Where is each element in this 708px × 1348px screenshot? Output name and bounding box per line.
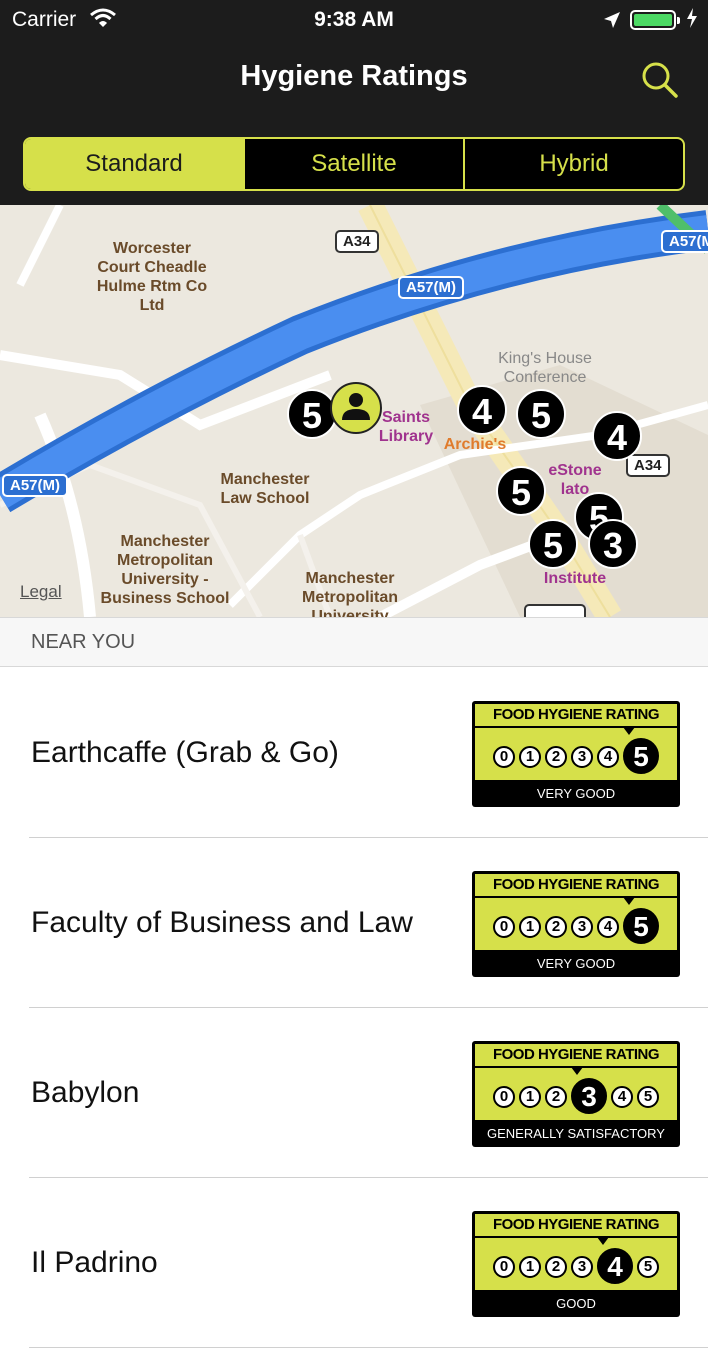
establishment-name: Faculty of Business and Law xyxy=(31,906,413,939)
rating-score: 4 xyxy=(611,1086,633,1108)
map-type-satellite[interactable]: Satellite xyxy=(243,139,463,189)
rating-score: 0 xyxy=(493,1086,515,1108)
map-place-label: Institute xyxy=(543,570,607,587)
rating-pointer-icon xyxy=(623,727,635,735)
establishment-row[interactable]: Faculty of Business and Law FOOD HYGIENE … xyxy=(0,838,708,1008)
rating-description: VERY GOOD xyxy=(536,956,616,971)
section-title: NEAR YOU xyxy=(31,631,136,653)
hygiene-rating-badge: FOOD HYGIENE RATING 0 1 2 3 4 5 GENERALLY SATIS… xyxy=(472,1041,680,1147)
charging-bolt-icon xyxy=(686,6,698,36)
rating-badge-header: FOOD HYGIENE RATING xyxy=(475,1044,677,1068)
establishment-name: Il Padrino xyxy=(31,1246,158,1279)
road-shield: A57(M) xyxy=(398,276,465,299)
battery-icon xyxy=(630,10,680,30)
rating-score: 0 xyxy=(493,916,515,938)
rating-description: GENERALLY SATISFACTORY xyxy=(487,1126,665,1141)
rating-pin[interactable]: 4 xyxy=(592,411,642,461)
map-view[interactable]: Worcester Court Cheadle Hulme Rtm Co Ltd… xyxy=(0,205,708,617)
rating-score: 2 xyxy=(545,916,567,938)
map-place-label: Manchester Metropolitan University - Bus… xyxy=(100,533,230,607)
establishment-row[interactable]: Babylon FOOD HYGIENE RATING 0 1 2 3 4 5 GENERALL… xyxy=(0,1008,708,1178)
rating-score: 5 xyxy=(637,1086,659,1108)
search-button[interactable] xyxy=(638,58,682,102)
rating-description: VERY GOOD xyxy=(536,786,616,801)
rating-pin[interactable]: 5 xyxy=(516,389,566,439)
rating-score: 1 xyxy=(519,1086,541,1108)
rating-score: 3 xyxy=(571,1256,593,1278)
rating-score-selected: 4 xyxy=(597,1248,633,1284)
rating-badge-header: FOOD HYGIENE RATING xyxy=(475,874,677,898)
rating-score: 0 xyxy=(493,1256,515,1278)
rating-score: 3 xyxy=(571,746,593,768)
rating-score-selected: 5 xyxy=(623,738,659,774)
near-you-header: NEAR YOU xyxy=(0,617,708,667)
search-icon xyxy=(642,62,678,98)
rating-pin[interactable]: 5 xyxy=(287,389,337,439)
rating-pointer-icon xyxy=(597,1237,609,1245)
map-type-standard[interactable]: Standard xyxy=(25,139,243,189)
road-shield: A57(M) xyxy=(661,230,708,253)
hygiene-rating-badge: FOOD HYGIENE RATING 0 1 2 3 4 5 VERY GOOD xyxy=(472,871,680,977)
status-bar: Carrier 9:38 AM xyxy=(0,0,708,40)
rating-score: 1 xyxy=(519,916,541,938)
user-location-pin[interactable] xyxy=(330,382,382,434)
map-place-label: Worcester Court Cheadle Hulme Rtm Co Ltd xyxy=(96,240,208,314)
rating-score: 2 xyxy=(545,746,567,768)
rating-score: 3 xyxy=(571,916,593,938)
person-icon xyxy=(342,393,370,420)
rating-score: 2 xyxy=(545,1256,567,1278)
rating-pointer-icon xyxy=(571,1067,583,1075)
road-shield: A34 xyxy=(626,454,670,477)
rating-pointer-icon xyxy=(623,897,635,905)
road-shield: A34 xyxy=(335,230,379,253)
hygiene-rating-badge: FOOD HYGIENE RATING 0 1 2 3 4 5 VERY GOOD xyxy=(472,701,680,807)
rating-pin[interactable]: 5 xyxy=(496,466,546,516)
map-type-hybrid[interactable]: Hybrid xyxy=(463,139,683,189)
rating-score: 4 xyxy=(597,916,619,938)
rating-score: 5 xyxy=(637,1256,659,1278)
page-title: Hygiene Ratings xyxy=(240,60,468,92)
map-place-label: Manchester Law School xyxy=(220,471,310,507)
rating-pin[interactable]: 5 xyxy=(528,519,578,569)
map-legal-link[interactable]: Legal xyxy=(20,582,62,602)
road-shield: A57(M) xyxy=(2,474,69,497)
rating-score: 1 xyxy=(519,1256,541,1278)
location-arrow-icon xyxy=(602,10,622,36)
rating-badge-header: FOOD HYGIENE RATING xyxy=(475,704,677,728)
top-bar: Carrier 9:38 AM Hygiene Ratings Standard… xyxy=(0,0,708,205)
rating-score-selected: 5 xyxy=(623,908,659,944)
rating-description: GOOD xyxy=(556,1296,596,1311)
establishment-row[interactable]: Il Padrino FOOD HYGIENE RATING 0 1 2 3 4 5 GOOD xyxy=(0,1178,708,1348)
rating-pin[interactable]: 4 xyxy=(457,385,507,435)
rating-score: 0 xyxy=(493,746,515,768)
rating-score: 1 xyxy=(519,746,541,768)
rating-score-selected: 3 xyxy=(571,1078,607,1114)
rating-score: 2 xyxy=(545,1086,567,1108)
map-place-label: King's House Conference xyxy=(498,350,592,386)
rating-pin[interactable]: 3 xyxy=(588,519,638,569)
establishment-name: Earthcaffe (Grab & Go) xyxy=(31,736,339,769)
map-type-segmented-control: Standard Satellite Hybrid xyxy=(23,137,685,191)
rating-score: 4 xyxy=(597,746,619,768)
hygiene-rating-badge: FOOD HYGIENE RATING 0 1 2 3 4 5 GOOD xyxy=(472,1211,680,1317)
rating-badge-header: FOOD HYGIENE RATING xyxy=(475,1214,677,1238)
map-place-label: Saints Library xyxy=(378,409,434,445)
map-place-label: Archie's xyxy=(443,436,507,453)
establishment-name: Babylon xyxy=(31,1076,140,1109)
map-place-label: Manchester Metropolitan University xyxy=(302,570,398,617)
establishment-row[interactable]: Earthcaffe (Grab & Go) FOOD HYGIENE RATIN… xyxy=(0,668,708,838)
